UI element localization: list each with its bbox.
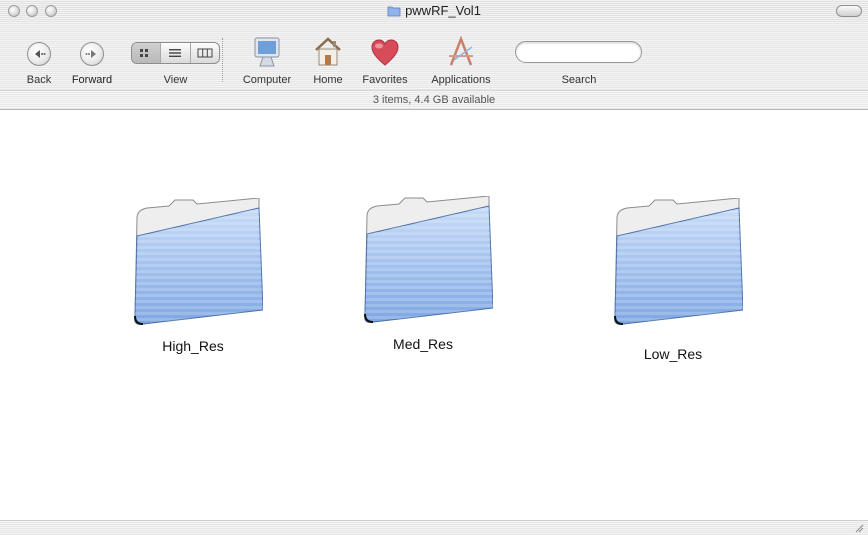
folder-icon [134,197,264,325]
forward-button[interactable]: Forward [66,22,118,90]
toolbar-separator [222,38,224,82]
favorites-button[interactable]: Favorites [355,22,415,90]
folder-item[interactable]: Low_Res [598,197,748,362]
bottom-bar [0,520,868,535]
folder-name: Med_Res [393,336,453,352]
status-text: 3 items, 4.4 GB available [372,94,496,106]
applications-button[interactable]: Applications [422,22,500,90]
folder-content-area[interactable]: High_Res Med_Res Low_Res [0,110,868,524]
view-label-wrap: View [131,22,220,90]
applications-label: Applications [431,74,491,86]
folder-icon [387,5,401,20]
forward-label: Forward [71,74,113,86]
computer-icon [254,37,280,67]
home-label: Home [313,74,343,86]
home-icon [315,37,341,66]
favorites-label: Favorites [362,74,408,86]
forward-icon [80,42,104,66]
view-label: View [163,74,188,86]
applications-icon [449,36,473,66]
toolbar: Back Forward View Computer Home Favorite… [0,22,868,90]
search-label-wrap: Search [555,22,603,90]
folder-icon [364,195,494,323]
folder-item[interactable]: High_Res [118,197,268,354]
title-bar[interactable]: pwwRF_Vol1 [0,0,868,23]
finder-window: pwwRF_Vol1 Back Forward View Computer Ho… [0,0,868,535]
resize-grip-icon[interactable] [854,523,864,533]
computer-button[interactable]: Computer [236,22,298,90]
window-title: pwwRF_Vol1 [405,3,481,18]
folder-name: High_Res [162,338,224,354]
window-title-area: pwwRF_Vol1 [0,3,868,20]
folder-item[interactable]: Med_Res [348,195,498,352]
folder-icon [614,197,744,325]
folder-name: Low_Res [643,346,703,362]
search-label: Search [561,74,597,86]
back-button[interactable]: Back [16,22,62,90]
back-icon [27,42,51,66]
back-label: Back [26,74,52,86]
status-bar: 3 items, 4.4 GB available [0,90,868,110]
home-button[interactable]: Home [308,22,348,90]
toolbar-toggle-button[interactable] [836,5,862,17]
computer-label: Computer [242,74,292,86]
favorites-heart-icon [371,39,399,66]
